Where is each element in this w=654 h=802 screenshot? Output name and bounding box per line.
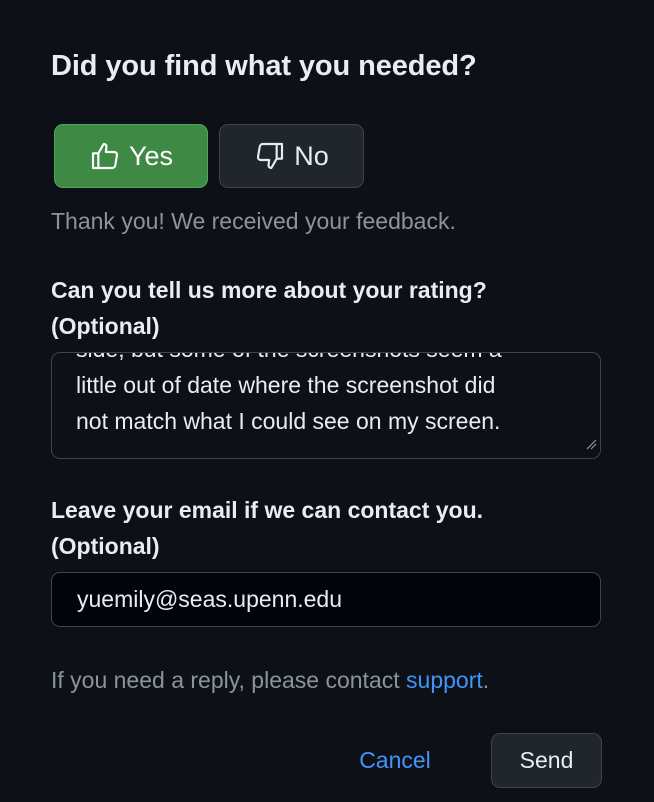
textarea-line: little out of date where the screenshot … (76, 372, 496, 398)
textarea-line: not match what I could see on my screen. (76, 408, 501, 434)
email-label: Leave your email if we can contact you. … (51, 492, 483, 564)
send-button[interactable]: Send (491, 733, 602, 788)
thumbs-down-icon (254, 140, 286, 172)
email-value: yuemily@seas.upenn.edu (77, 586, 343, 612)
rating-textarea-content: side, but some of the screenshots seem a… (76, 353, 576, 439)
reply-suffix: . (482, 667, 490, 693)
thanks-message: Thank you! We received your feedback. (51, 208, 456, 234)
yes-button[interactable]: Yes (54, 124, 208, 188)
rating-label: Can you tell us more about your rating? … (51, 272, 487, 344)
thumbs-up-icon (89, 140, 121, 172)
cut-off-link[interactable] (51, 796, 191, 802)
email-field[interactable]: yuemily@seas.upenn.edu (51, 572, 601, 627)
no-button[interactable]: No (219, 124, 364, 188)
no-label: No (294, 140, 329, 171)
reply-note: If you need a reply, please contact supp… (51, 667, 489, 694)
feedback-title: Did you find what you needed? (51, 50, 477, 82)
email-label-text: Leave your email if we can contact you. (51, 497, 484, 523)
email-optional-text: (Optional) (51, 533, 160, 559)
reply-prefix: If you need a reply, please contact (51, 667, 407, 693)
rating-optional-text: (Optional) (51, 313, 160, 339)
textarea-line: side, but some of the screenshots seem a (76, 353, 576, 367)
feedback-panel: Did you find what you needed? Yes No Tha… (0, 0, 654, 802)
cancel-button[interactable]: Cancel (340, 733, 450, 788)
support-link[interactable]: support (406, 667, 483, 693)
rating-label-text: Can you tell us more about your rating? (51, 277, 487, 303)
resize-handle-icon[interactable] (585, 437, 597, 455)
yes-label: Yes (128, 140, 174, 171)
rating-textarea[interactable]: side, but some of the screenshots seem a… (51, 352, 601, 459)
